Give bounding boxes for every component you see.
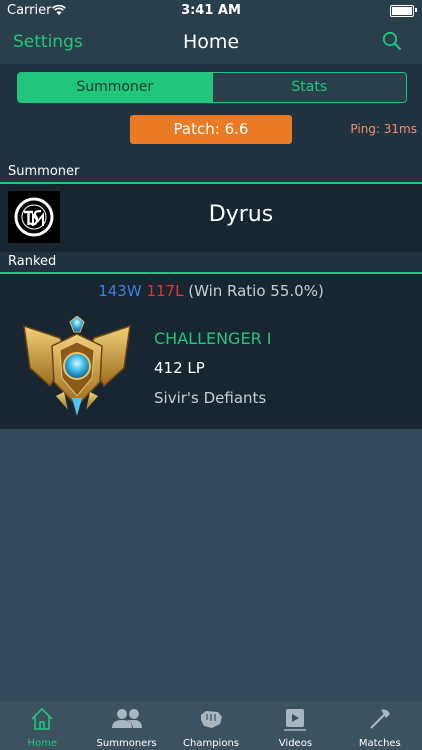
losses-count: 117L — [146, 282, 184, 300]
patch-button[interactable]: Patch: 6.6 — [130, 115, 292, 144]
rank-tier: CHALLENGER I — [154, 329, 272, 348]
wins-count: 143W — [98, 282, 142, 300]
tab-champions[interactable]: Champions — [169, 701, 253, 750]
tab-champions-label: Champions — [183, 738, 239, 749]
clock: 3:41 AM — [181, 3, 241, 18]
summoner-card[interactable]: Dyrus — [0, 184, 422, 254]
win-ratio: (Win Ratio 55.0%) — [188, 282, 324, 300]
navigation-bar: Settings Home — [0, 22, 422, 64]
summoner-section-header: Summoner — [0, 162, 422, 184]
axe-icon — [370, 709, 390, 729]
tab-videos-label: Videos — [278, 738, 313, 749]
video-icon — [284, 709, 307, 731]
battery-tip — [415, 8, 417, 12]
tab-home-label: Home — [27, 738, 57, 749]
tab-bar: Home Summoners Champions Videos Matches — [0, 701, 422, 750]
tab-summoners[interactable]: Summoners — [84, 701, 168, 750]
page-title: Home — [182, 31, 240, 53]
home-icon — [31, 707, 53, 730]
people-icon — [111, 709, 142, 728]
patch-row: Patch: 6.6 Ping: 31ms — [0, 108, 422, 162]
tab-matches-label: Matches — [358, 738, 401, 749]
status-bar: Carrier 3:41 AM — [0, 0, 422, 22]
battery-icon — [390, 5, 414, 17]
segmented-control: Summoner Stats — [17, 72, 407, 103]
segment-summoner[interactable]: Summoner — [18, 73, 212, 102]
league-points: 412 LP — [154, 359, 205, 377]
fist-icon — [201, 711, 223, 728]
league-name: Sivir's Defiants — [154, 389, 267, 407]
ranked-section-header: Ranked — [0, 252, 422, 274]
tab-matches[interactable]: Matches — [338, 701, 422, 750]
tab-videos[interactable]: Videos — [253, 701, 337, 750]
ping-label: Ping: 31ms — [350, 122, 417, 136]
search-icon[interactable] — [382, 31, 402, 51]
win-loss-record: 143W 117L (Win Ratio 55.0%) — [0, 282, 422, 300]
segment-stats[interactable]: Stats — [211, 73, 406, 102]
challenger-emblem-icon — [23, 316, 131, 416]
tab-summoners-label: Summoners — [96, 738, 157, 749]
summoner-name: Dyrus — [208, 202, 274, 227]
tab-home[interactable]: Home — [0, 701, 84, 750]
summoner-section-title: Summoner — [8, 164, 80, 179]
segment-bar: Summoner Stats — [0, 64, 422, 108]
ranked-section-title: Ranked — [8, 254, 57, 269]
ranked-card[interactable]: 143W 117L (Win Ratio 55.0%) CHALLENGER I… — [0, 274, 422, 429]
